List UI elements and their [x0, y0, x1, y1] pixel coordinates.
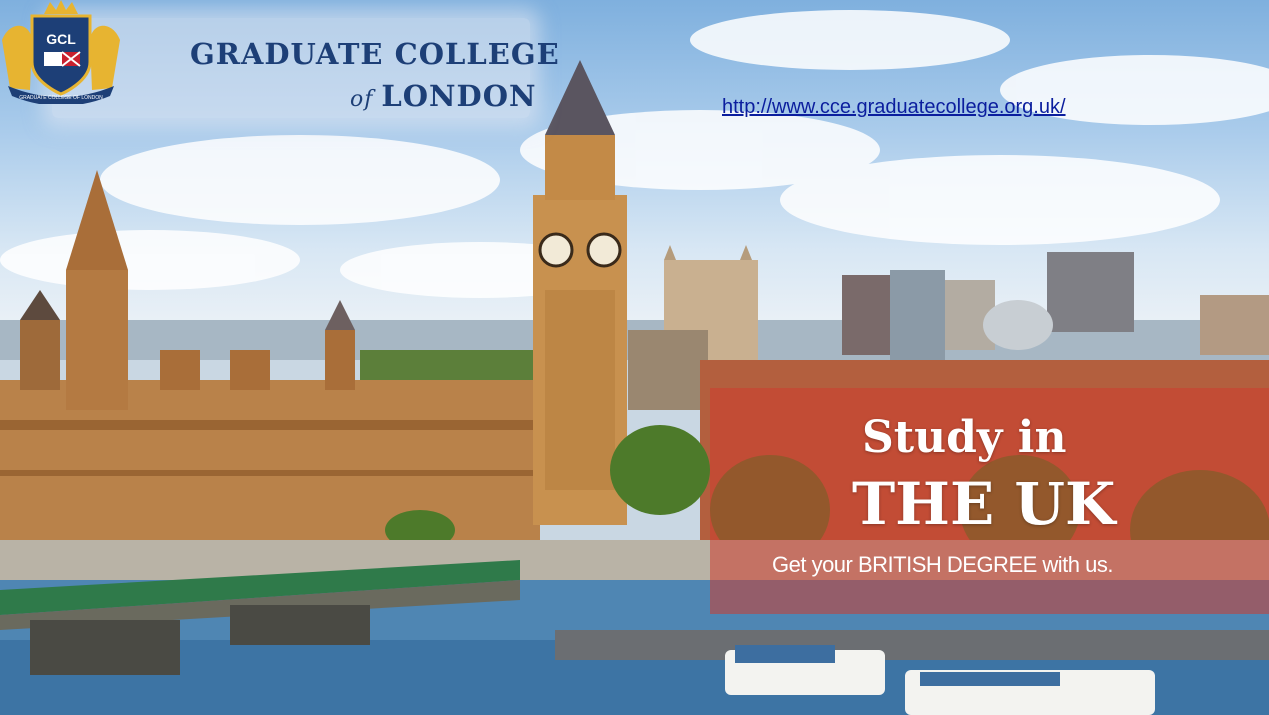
college-name-london: LONDON	[381, 79, 537, 113]
college-name-of: of	[350, 87, 374, 112]
crest-ribbon-text: GRADUATE COLLEGE OF LONDON	[19, 95, 103, 101]
promo-title-study-in: Study in	[862, 412, 1067, 463]
college-name-line1: GRADUATE COLLEGE	[190, 37, 560, 71]
crest-logo: GCL GRADUATE COLLEGE OF LONDON	[2, 0, 120, 104]
london-skyline-background: GCL GRADUATE COLLEGE OF LONDON GRADUATE …	[0, 0, 1269, 715]
promo-title-the-uk: THE UK	[852, 470, 1116, 538]
promo-tagline: Get your BRITISH DEGREE with us.	[772, 552, 1113, 577]
college-name-line2: of LONDON	[350, 79, 536, 113]
crest-initials: GCL	[46, 31, 76, 47]
website-link[interactable]: http://www.cce.graduatecollege.org.uk/	[722, 96, 1066, 119]
